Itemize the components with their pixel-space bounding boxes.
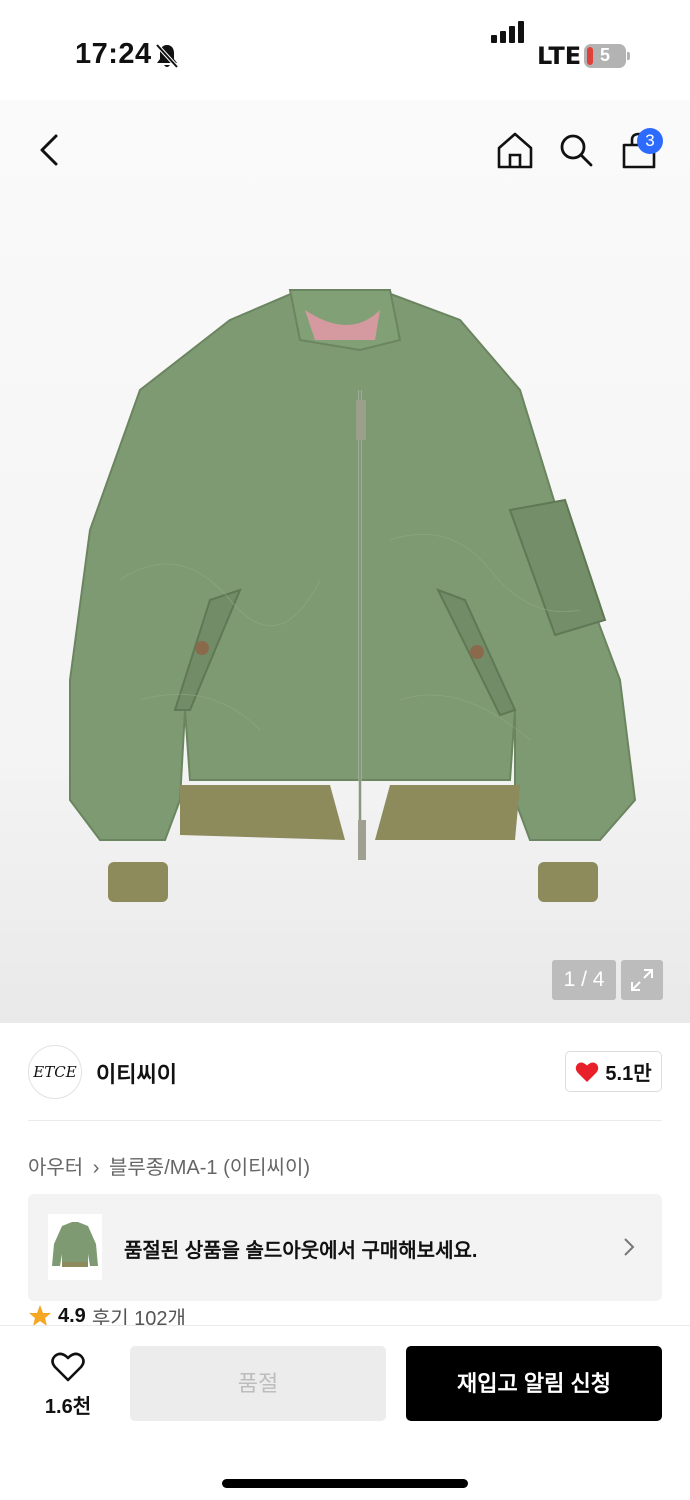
bell-off-icon: [155, 43, 179, 69]
battery-icon: 5: [584, 44, 630, 68]
expand-icon: [631, 969, 653, 991]
soldout-thumbnail: [48, 1214, 102, 1280]
rating-score: 4.9: [58, 1305, 86, 1327]
breadcrumb: 아우터 › 블루종/MA-1 (이티씨이): [28, 1151, 314, 1180]
home-button[interactable]: [490, 120, 540, 180]
heart-filled-icon: [576, 1062, 599, 1082]
top-nav: [0, 120, 690, 184]
battery-level: 5: [599, 45, 610, 65]
search-button[interactable]: [551, 120, 601, 180]
back-button[interactable]: [24, 120, 74, 180]
breadcrumb-item-outer[interactable]: 아우터: [28, 1157, 83, 1179]
expand-image-button[interactable]: [621, 960, 663, 1000]
chevron-left-icon: [40, 134, 58, 166]
brand-name[interactable]: 이티씨이: [96, 1057, 177, 1089]
image-page-indicator: 1 / 4: [552, 960, 616, 1000]
chevron-right-icon: [624, 1238, 635, 1256]
heart-outline-icon: [51, 1352, 85, 1382]
cart-count-badge: 3: [637, 128, 663, 154]
chevron-right-icon: ›: [92, 1157, 100, 1179]
home-indicator: [222, 1479, 468, 1488]
soldout-button: 품절: [130, 1346, 386, 1421]
jacket-image: [69, 289, 637, 902]
star-icon: [29, 1305, 51, 1326]
wishlist-button[interactable]: 1.6천: [28, 1352, 108, 1418]
breadcrumb-item-category[interactable]: 블루종/MA-1 (이티씨이): [109, 1157, 310, 1179]
divider: [28, 1120, 662, 1121]
restock-alert-button[interactable]: 재입고 알림 신청: [406, 1346, 662, 1421]
home-icon: [497, 132, 533, 169]
wishlist-count: 1.6천: [44, 1396, 92, 1418]
bottom-action-bar: 1.6천 품절 재입고 알림 신청: [0, 1325, 690, 1500]
soldout-banner[interactable]: 품절된 상품을 솔드아웃에서 구매해보세요.: [28, 1194, 662, 1301]
network-label: LTE: [537, 42, 582, 70]
review-count: 후기 102개: [91, 1307, 186, 1328]
status-time: 17:24: [75, 38, 152, 70]
soldout-banner-text: 품절된 상품을 솔드아웃에서 구매해보세요.: [124, 1240, 478, 1262]
status-bar: 17:24 LTE 5: [0, 0, 690, 100]
brand-like-button[interactable]: 5.1만: [565, 1051, 662, 1092]
brand-like-count: 5.1만: [605, 1063, 652, 1085]
search-icon: [560, 134, 593, 167]
brand-logo[interactable]: ETCE: [28, 1045, 82, 1099]
rating-row[interactable]: 4.9 후기 102개: [28, 1305, 186, 1327]
